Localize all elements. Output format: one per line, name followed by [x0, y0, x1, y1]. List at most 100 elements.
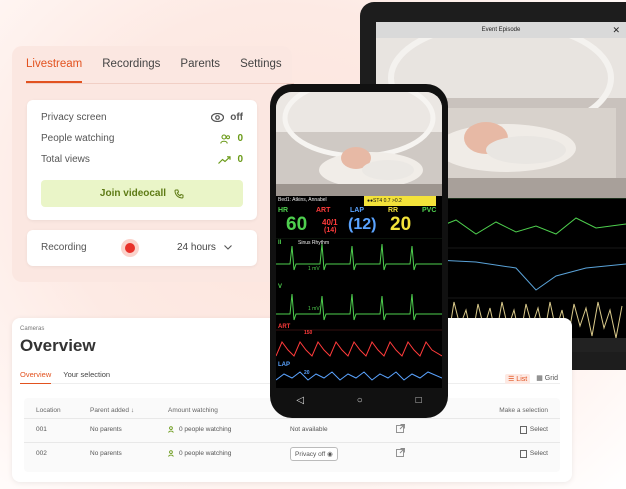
lap-wave-label: LAP [278, 362, 290, 368]
ecg-waveforms [276, 238, 442, 381]
recents-icon[interactable]: □ [416, 395, 422, 406]
tab-settings[interactable]: Settings [240, 56, 282, 83]
recording-duration-select[interactable]: 24 hours [177, 242, 232, 253]
row-parent: No parents [90, 450, 122, 457]
column-location[interactable]: Location [36, 407, 61, 414]
join-videocall-label: Join videocall [99, 188, 167, 199]
phone-device: Bed1: Atkins, Annabel ●●ST4 0.7 >0.2 HR … [270, 84, 448, 418]
recording-duration-value: 24 hours [177, 242, 216, 253]
privacy-value: off [230, 112, 243, 123]
rhythm-label: Sinus Rhythm [298, 240, 330, 246]
rr-value: 20 [390, 214, 412, 235]
tab-recordings[interactable]: Recordings [102, 56, 160, 83]
people-label: People watching [41, 133, 115, 144]
privacy-row: Privacy screen off [41, 112, 243, 123]
breadcrumb[interactable]: Cameras [20, 326, 44, 332]
phone-screen: Bed1: Atkins, Annabel ●●ST4 0.7 >0.2 HR … [276, 92, 442, 388]
views-value: 0 [237, 154, 243, 165]
people-value: 0 [237, 133, 243, 144]
views-label: Total views [41, 154, 90, 165]
people-count: 0 [220, 133, 243, 144]
chevron-down-icon [224, 245, 232, 250]
ii-label: II [278, 240, 282, 246]
tab-parents[interactable]: Parents [180, 56, 220, 83]
row-location: 001 [36, 426, 47, 433]
privacy-chip-label: Privacy off [295, 450, 326, 458]
people-icon [168, 450, 174, 457]
people-icon [168, 426, 174, 433]
people-row: People watching 0 [41, 133, 243, 144]
mv-label: 1 mV [308, 306, 320, 312]
views-count: 0 [218, 154, 243, 165]
art-wave-label: ART [278, 324, 291, 330]
hr-label: HR [278, 207, 289, 214]
art-scale: 150 [304, 330, 313, 336]
mv-label: 1 mV [308, 266, 320, 272]
trending-up-icon [218, 155, 232, 164]
close-icon[interactable]: ✕ [612, 22, 620, 38]
recording-label: Recording [41, 242, 87, 253]
views-row: Total views 0 [41, 154, 243, 165]
table-row: 002 No parents 0 people watching Privacy… [24, 442, 560, 464]
rr-label: RR [388, 207, 399, 214]
row-parent: No parents [90, 426, 122, 433]
phone-icon [174, 189, 184, 199]
alarm-banner[interactable]: ●●ST4 0.7 >0.2 [364, 196, 436, 206]
tab-your-selection[interactable]: Your selection [63, 370, 110, 383]
grid-view-button[interactable]: ▦ Grid [536, 374, 558, 384]
select-checkbox[interactable]: Select [519, 425, 548, 434]
open-external-icon[interactable] [396, 448, 405, 459]
lap-scale: 20 [304, 370, 310, 376]
art-mean: (14) [324, 227, 337, 234]
grid-view-label: Grid [544, 375, 558, 382]
livestream-status-card: Privacy screen off People watching 0 Tot… [27, 100, 257, 220]
select-label: Select [529, 450, 548, 457]
people-icon [220, 133, 231, 144]
art-value: 40/1 [322, 218, 338, 227]
tab-livestream[interactable]: Livestream [26, 56, 83, 83]
livestream-tabs: Livestream Recordings Parents Settings [26, 56, 294, 84]
row-watching-label: 0 people watching [179, 426, 232, 433]
eye-icon [211, 113, 225, 122]
v-label: V [278, 284, 283, 290]
lap-value: (12) [348, 216, 377, 233]
event-window-header: Event Episode ✕ [376, 22, 626, 38]
privacy-label: Privacy screen [41, 112, 107, 123]
tab-overview[interactable]: Overview [20, 370, 52, 384]
monitor-header: Bed1: Atkins, Annabel ●●ST4 0.7 >0.2 [276, 196, 442, 206]
column-amount-watching[interactable]: Amount watching [168, 407, 218, 414]
eye-icon: ◉ [327, 450, 333, 458]
hr-value: 60 [286, 214, 308, 235]
column-make-selection: Make a selection [499, 406, 548, 414]
row-privacy: Not available [290, 426, 328, 433]
back-icon[interactable]: ◁ [296, 395, 304, 406]
list-view-label: List [516, 376, 528, 383]
list-view-button[interactable]: ☰ List [505, 374, 531, 384]
checkbox-icon [519, 425, 527, 434]
privacy-toggle-button[interactable]: Privacy off ◉ [290, 446, 338, 461]
checkbox-icon [519, 449, 527, 458]
android-nav-bar: ◁ ○ □ [270, 388, 448, 412]
home-icon[interactable]: ○ [357, 395, 363, 406]
art-label: ART [316, 207, 331, 214]
privacy-toggle[interactable]: off [211, 112, 243, 123]
view-toggle: ☰ List ▦ Grid [505, 374, 558, 384]
lap-label: LAP [350, 207, 364, 214]
event-window-title: Event Episode [481, 27, 521, 33]
table-row: 001 No parents 0 people watching Not ava… [24, 418, 560, 440]
nicu-camera-feed [276, 92, 442, 196]
select-checkbox[interactable]: Select [519, 449, 548, 458]
record-indicator-icon[interactable] [121, 239, 139, 257]
row-watching: 0 people watching [168, 450, 231, 457]
row-watching: 0 people watching [168, 426, 231, 433]
row-watching-label: 0 people watching [179, 450, 232, 457]
livestream-panel: Livestream Recordings Parents Settings P… [12, 46, 294, 282]
join-videocall-button[interactable]: Join videocall [41, 180, 243, 207]
bed-label: Bed1: Atkins, Annabel [278, 197, 327, 203]
column-parent-added[interactable]: Parent added ↓ [90, 407, 134, 414]
pvc-label: PVC [422, 207, 437, 214]
open-external-icon[interactable] [396, 424, 405, 435]
recording-card: Recording 24 hours [27, 230, 257, 266]
page-title: Overview [20, 336, 96, 355]
row-location: 002 [36, 450, 47, 457]
